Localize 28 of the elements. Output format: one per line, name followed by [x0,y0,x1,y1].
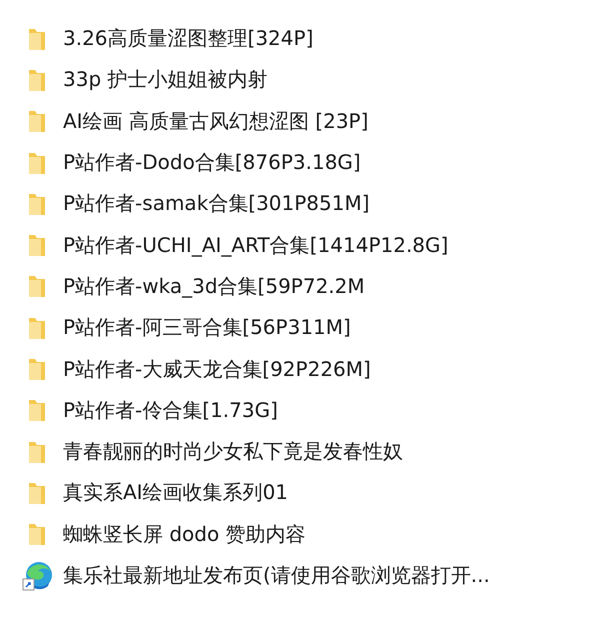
browser-shortcut-icon [21,560,53,592]
folder-icon [28,150,46,175]
file-name[interactable]: 集乐社最新地址发布页(请使用谷歌浏览器打开... [63,562,490,589]
file-name[interactable]: P站作者-大威天龙合集[92P226M] [63,356,371,383]
folder-icon [28,480,46,505]
file-name[interactable]: P站作者-UCHI_AI_ART合集[1414P12.8G] [63,232,448,259]
folder-icon [28,26,46,51]
file-name[interactable]: P站作者-wka_3d合集[59P72.2M [63,272,365,300]
folder-icon [28,440,46,464]
file-name[interactable]: P站作者-Dodo合集[876P3.18G] [63,149,361,176]
folder-icon [28,398,46,422]
file-name[interactable]: 3.26高质量涩图整理[324P] [63,25,314,52]
file-name[interactable]: 蜘蛛竖长屏 dodo 赞助内容 [63,520,306,548]
folder-icon [28,109,46,134]
file-name[interactable]: P站作者-samak合集[301P851M] [63,190,370,218]
file-name[interactable]: 真实系AI绘画收集系列01 [63,479,288,506]
file-name[interactable]: 33p 护士小姐姐被内射 [63,66,268,94]
folder-icon [28,357,46,382]
file-name[interactable]: P站作者-阿三哥合集[56P311M] [63,314,351,342]
folder-icon [28,316,46,340]
folder-icon [28,522,46,546]
file-name[interactable]: P站作者-伶合集[1.73G] [63,396,278,424]
folder-icon [28,274,46,298]
file-name[interactable]: 青春靓丽的时尚少女私下竟是发春性奴 [63,438,403,466]
folder-icon [28,68,46,92]
file-name[interactable]: AI绘画 高质量古风幻想涩图 [23P] [63,108,368,135]
folder-icon [28,233,46,258]
folder-icon [28,192,46,216]
